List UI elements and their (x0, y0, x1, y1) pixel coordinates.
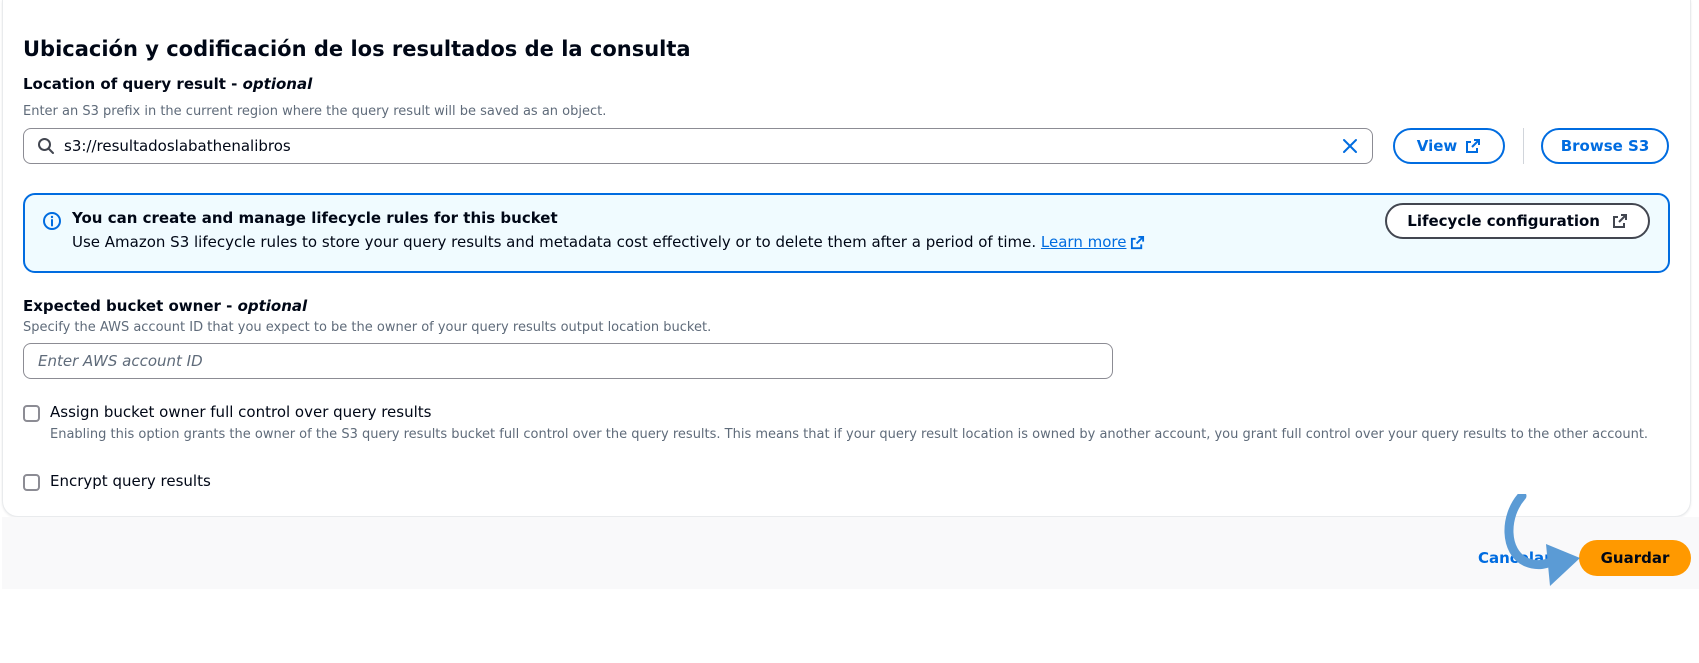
settings-panel: Ubicación y codificación de los resultad… (2, 0, 1691, 517)
query-result-location-value[interactable]: s3://resultadoslabathenalibros (64, 137, 291, 155)
alert-body: Use Amazon S3 lifecycle rules to store y… (72, 233, 1145, 251)
expected-bucket-owner-label: Expected bucket owner - optional (23, 297, 308, 315)
athena-settings-page: Ubicación y codificación de los resultad… (0, 0, 1699, 663)
query-result-location-label: Location of query result - optional (23, 75, 313, 93)
browse-s3-button[interactable]: Browse S3 (1541, 128, 1669, 164)
search-icon (37, 137, 55, 155)
lifecycle-configuration-label: Lifecycle configuration (1407, 212, 1600, 230)
learn-more-text[interactable]: Learn more (1041, 233, 1127, 251)
button-divider (1523, 128, 1524, 164)
expected-bucket-owner-description: Specify the AWS account ID that you expe… (23, 320, 712, 335)
alert-body-text: Use Amazon S3 lifecycle rules to store y… (72, 233, 1037, 251)
view-button[interactable]: View (1393, 128, 1505, 164)
expected-bucket-owner-placeholder[interactable]: Enter AWS account ID (38, 352, 203, 370)
expected-bucket-owner-label-text: Expected bucket owner (23, 297, 221, 315)
optional-tag: optional (242, 75, 313, 93)
clear-icon[interactable] (1342, 138, 1358, 154)
external-link-icon (1465, 138, 1481, 154)
external-link-icon (1612, 213, 1628, 229)
query-result-location-input[interactable]: s3://resultadoslabathenalibros (23, 128, 1373, 164)
external-link-icon (1130, 235, 1145, 250)
assign-full-control-checkbox[interactable] (23, 405, 40, 422)
form-footer (2, 517, 1699, 589)
cancel-button[interactable]: Cancelar (1478, 549, 1552, 567)
optional-tag: optional (237, 297, 308, 315)
encrypt-results-label[interactable]: Encrypt query results (50, 472, 211, 490)
save-button[interactable]: Guardar (1579, 540, 1691, 576)
query-result-location-label-text: Location of query result (23, 75, 226, 93)
lifecycle-configuration-button[interactable]: Lifecycle configuration (1385, 203, 1650, 239)
query-result-location-description: Enter an S3 prefix in the current region… (23, 104, 607, 119)
section-title: Ubicación y codificación de los resultad… (23, 37, 691, 61)
info-icon (42, 211, 62, 231)
alert-title: You can create and manage lifecycle rule… (72, 209, 558, 227)
assign-full-control-label[interactable]: Assign bucket owner full control over qu… (50, 403, 431, 421)
assign-full-control-row[interactable]: Assign bucket owner full control over qu… (23, 403, 431, 422)
view-button-label: View (1416, 137, 1458, 155)
encrypt-results-row[interactable]: Encrypt query results (23, 472, 211, 491)
expected-bucket-owner-input[interactable]: Enter AWS account ID (23, 343, 1113, 379)
learn-more-link[interactable]: Learn more (1041, 233, 1146, 251)
assign-full-control-description: Enabling this option grants the owner of… (50, 427, 1649, 442)
encrypt-results-checkbox[interactable] (23, 474, 40, 491)
lifecycle-info-alert: You can create and manage lifecycle rule… (23, 193, 1670, 273)
